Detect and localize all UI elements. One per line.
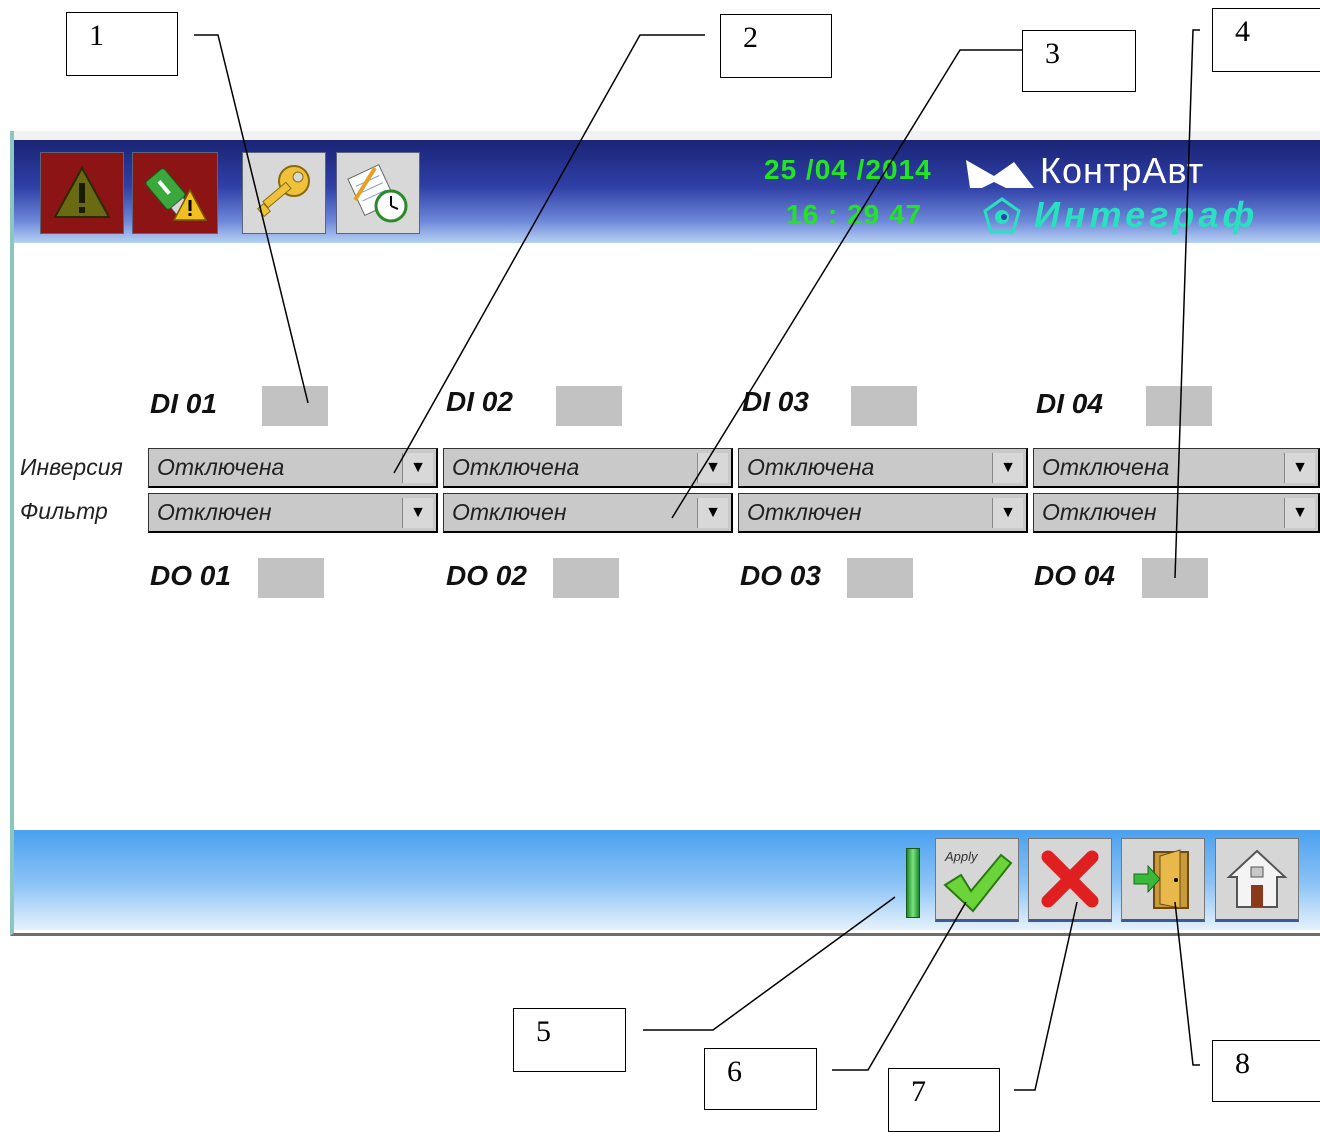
- do-indicator: [553, 558, 619, 598]
- inversion-label: Инверсия: [20, 454, 123, 480]
- exit-door-icon: [1133, 849, 1189, 909]
- callout-4: 4: [1212, 8, 1320, 72]
- do-indicator: [258, 558, 324, 598]
- key-button[interactable]: [242, 152, 326, 234]
- callout-6: 6: [704, 1048, 817, 1110]
- integraf-logo-icon: [983, 197, 1021, 234]
- inversion-value: Отключена: [157, 454, 285, 480]
- do-label: DO 04: [1034, 560, 1115, 591]
- di-indicator: [556, 386, 622, 426]
- inversion-select[interactable]: Отключена ▼: [148, 448, 438, 488]
- apply-button[interactable]: Apply: [935, 838, 1019, 922]
- di-label: DI 03: [742, 386, 809, 417]
- screen-panel: [10, 131, 1320, 936]
- di-label: DI 01: [150, 388, 217, 419]
- schedule-icon: [347, 164, 408, 223]
- cancel-button[interactable]: [1028, 838, 1112, 922]
- callout-5: 5: [513, 1008, 626, 1072]
- do-indicator: [1142, 558, 1208, 598]
- do-indicator: [847, 558, 913, 598]
- brand-subname: Интеграф: [1034, 194, 1259, 235]
- filter-value: Отключен: [452, 499, 567, 525]
- callout-7: 7: [888, 1068, 1000, 1132]
- dropdown-arrow-icon[interactable]: ▼: [1284, 453, 1315, 483]
- home-button[interactable]: [1215, 838, 1299, 922]
- apply-text: Apply: [944, 849, 979, 864]
- callout-8: 8: [1212, 1040, 1320, 1102]
- inversion-select[interactable]: Отключена ▼: [738, 448, 1028, 488]
- callout-3: 3: [1022, 30, 1136, 92]
- do-label: DO 03: [740, 560, 821, 591]
- brand-name: КонтрАвт: [1040, 150, 1205, 191]
- inversion-value: Отключена: [1042, 454, 1170, 480]
- alarm-icon: [53, 165, 111, 218]
- status-indicator: [906, 848, 920, 918]
- callout-2: 2: [720, 14, 832, 78]
- dropdown-arrow-icon[interactable]: ▼: [697, 453, 728, 483]
- usb-warning-button[interactable]: [132, 152, 218, 234]
- di-indicator: [1146, 386, 1212, 426]
- di-indicator: [851, 386, 917, 426]
- date-display: 25 /04 /2014: [764, 154, 932, 185]
- kontravt-logo-icon: [966, 160, 1034, 188]
- dropdown-arrow-icon[interactable]: ▼: [992, 453, 1023, 483]
- filter-select[interactable]: Отключен ▼: [738, 493, 1028, 533]
- filter-select[interactable]: Отключен ▼: [148, 493, 438, 533]
- dropdown-arrow-icon[interactable]: ▼: [697, 498, 728, 528]
- di-label: DI 02: [446, 386, 513, 417]
- time-display: 16 : 29 47: [786, 199, 923, 230]
- di-label: DI 04: [1036, 388, 1103, 419]
- alarm-button[interactable]: [40, 152, 124, 234]
- close-icon: [1041, 850, 1099, 908]
- key-icon: [257, 165, 310, 218]
- inversion-value: Отключена: [747, 454, 875, 480]
- do-label: DO 02: [446, 560, 527, 591]
- dropdown-arrow-icon[interactable]: ▼: [1284, 498, 1315, 528]
- usb-warning-icon: [145, 168, 208, 221]
- inversion-select[interactable]: Отключена ▼: [443, 448, 733, 488]
- schedule-button[interactable]: [336, 152, 420, 234]
- di-indicator: [262, 386, 328, 426]
- do-label: DO 01: [150, 560, 231, 591]
- filter-value: Отключен: [1042, 499, 1157, 525]
- filter-value: Отключен: [157, 499, 272, 525]
- filter-value: Отключен: [747, 499, 862, 525]
- home-icon: [1226, 849, 1288, 908]
- filter-select[interactable]: Отключен ▼: [443, 493, 733, 533]
- filter-select[interactable]: Отключен ▼: [1033, 493, 1320, 533]
- dropdown-arrow-icon[interactable]: ▼: [402, 453, 433, 483]
- dropdown-arrow-icon[interactable]: ▼: [992, 498, 1023, 528]
- dropdown-arrow-icon[interactable]: ▼: [402, 498, 433, 528]
- exit-button[interactable]: [1121, 838, 1205, 922]
- inversion-value: Отключена: [452, 454, 580, 480]
- filter-label: Фильтр: [20, 498, 108, 524]
- callout-1: 1: [66, 12, 178, 76]
- inversion-select[interactable]: Отключена ▼: [1033, 448, 1320, 488]
- apply-check-icon: Apply: [943, 849, 1013, 913]
